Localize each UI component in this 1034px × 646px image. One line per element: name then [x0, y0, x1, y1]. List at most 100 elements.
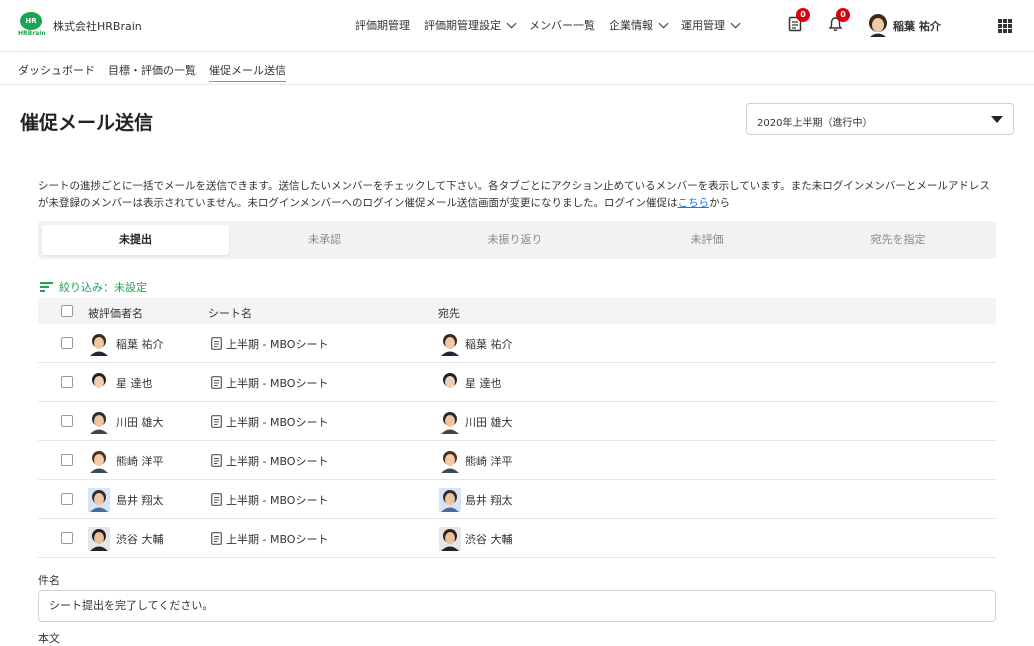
description-text: シートの進捗ごとに一括でメールを送信できます。送信したいメンバーをチェックして下…	[38, 178, 998, 212]
tab-not-approved[interactable]: 未承認	[231, 225, 418, 255]
person-avatar	[439, 331, 461, 356]
evaluatee-cell: 星 達也	[88, 363, 153, 402]
table-row: 川田 雄大 上半期 - MBOシート 川田 雄大	[38, 402, 996, 441]
sheet-cell[interactable]: 上半期 - MBOシート	[211, 480, 328, 519]
table-row: 星 達也 上半期 - MBOシート 星 達也	[38, 363, 996, 402]
column-header-sheet: シート名	[208, 307, 252, 320]
app-grid-icon[interactable]	[998, 19, 1012, 33]
breadcrumb-goals-list[interactable]: 目標・評価の一覧	[108, 62, 196, 82]
tab-not-evaluated[interactable]: 未評価	[612, 225, 802, 255]
nav-evaluation-periods[interactable]: 評価期管理	[355, 17, 410, 33]
recipient-cell: 熊崎 洋平	[439, 441, 513, 480]
tab-specify-recipient[interactable]: 宛先を指定	[804, 225, 992, 255]
member-table: 被評価者名 シート名 宛先 稲葉 祐介 上半期 - MBOシート 稲葉 祐介星 達也…	[38, 298, 996, 558]
breadcrumb: ダッシュボード 目標・評価の一覧 催促メール送信	[18, 62, 286, 82]
row-checkbox[interactable]	[61, 493, 73, 505]
row-checkbox[interactable]	[61, 532, 73, 544]
evaluatee-cell: 島井 翔太	[88, 480, 164, 519]
nav-label: 評価期管理設定	[424, 19, 501, 32]
nav-member-list[interactable]: メンバー一覧	[529, 17, 595, 33]
bell-notification-button[interactable]: 0	[828, 8, 850, 34]
sheet-cell[interactable]: 上半期 - MBOシート	[211, 519, 328, 558]
page-title: 催促メール送信	[20, 112, 154, 134]
document-icon	[211, 493, 222, 506]
recipient-name: 熊崎 洋平	[465, 454, 513, 468]
breadcrumb-divider	[0, 84, 1034, 85]
recipient-cell: 渋谷 大輔	[439, 519, 513, 558]
description-body: シートの進捗ごとに一括でメールを送信できます。送信したいメンバーをチェックして下…	[38, 180, 990, 209]
description-suffix: から	[709, 197, 731, 209]
period-select-value: 2020年上半期（進行中）	[757, 118, 873, 129]
document-icon	[211, 337, 222, 350]
row-checkbox[interactable]	[61, 337, 73, 349]
evaluatee-cell: 稲葉 祐介	[88, 324, 164, 363]
filter-icon	[40, 282, 53, 292]
evaluatee-cell: 川田 雄大	[88, 402, 164, 441]
top-header: HR HRBrain 株式会社HRBrain 評価期管理 評価期管理設定 メンバ…	[0, 0, 1034, 52]
nav-label: メンバー一覧	[529, 19, 595, 32]
hrbrain-logo[interactable]: HR HRBrain	[18, 12, 46, 40]
nav-operations[interactable]: 運用管理	[681, 17, 741, 33]
person-avatar	[88, 448, 110, 473]
table-row: 熊崎 洋平 上半期 - MBOシート 熊崎 洋平	[38, 441, 996, 480]
person-avatar	[88, 487, 110, 512]
evaluatee-cell: 熊崎 洋平	[88, 441, 164, 480]
sheet-name: 上半期 - MBOシート	[226, 415, 329, 429]
sheet-cell[interactable]: 上半期 - MBOシート	[211, 402, 328, 441]
person-avatar	[439, 409, 461, 434]
filter-toggle[interactable]: 絞り込み：未設定	[40, 279, 147, 295]
document-icon	[211, 454, 222, 467]
evaluatee-name: 稲葉 祐介	[116, 337, 164, 351]
table-body: 稲葉 祐介 上半期 - MBOシート 稲葉 祐介星 達也 上半期 - MBOシート星 …	[38, 324, 996, 558]
status-tabs: 未提出 未承認 未振り返り 未評価 宛先を指定	[38, 221, 996, 259]
select-all-checkbox[interactable]	[61, 305, 73, 317]
tab-not-reflected[interactable]: 未振り返り	[420, 225, 610, 255]
chevron-down-icon	[658, 18, 669, 28]
notification-count-badge: 0	[836, 8, 850, 22]
notification-count-badge: 0	[796, 8, 810, 22]
breadcrumb-reminder-mail[interactable]: 催促メール送信	[209, 62, 286, 82]
evaluatee-name: 熊崎 洋平	[116, 454, 164, 468]
column-header-recipient: 宛先	[438, 307, 460, 320]
document-icon	[211, 415, 222, 428]
document-notification-button[interactable]: 0	[788, 8, 810, 34]
row-checkbox[interactable]	[61, 454, 73, 466]
user-avatar[interactable]	[868, 13, 888, 37]
sheet-name: 上半期 - MBOシート	[226, 454, 329, 468]
logo-mark: HR	[20, 12, 42, 30]
recipient-name: 渋谷 大輔	[465, 532, 513, 546]
sheet-name: 上半期 - MBOシート	[226, 376, 329, 390]
row-checkbox[interactable]	[61, 376, 73, 388]
table-header: 被評価者名 シート名 宛先	[38, 298, 996, 324]
nav-evaluation-settings[interactable]: 評価期管理設定	[424, 17, 517, 33]
sheet-cell[interactable]: 上半期 - MBOシート	[211, 363, 328, 402]
person-avatar	[439, 370, 461, 395]
row-checkbox[interactable]	[61, 415, 73, 427]
sheet-cell[interactable]: 上半期 - MBOシート	[211, 324, 328, 363]
filter-label: 絞り込み：未設定	[59, 281, 147, 294]
breadcrumb-dashboard[interactable]: ダッシュボード	[18, 62, 95, 82]
subject-input[interactable]: シート提出を完了してください。	[38, 590, 996, 622]
evaluatee-cell: 渋谷 大輔	[88, 519, 164, 558]
user-name[interactable]: 稲葉 祐介	[893, 18, 941, 34]
recipient-name: 稲葉 祐介	[465, 337, 513, 351]
recipient-cell: 星 達也	[439, 363, 502, 402]
person-avatar	[439, 487, 461, 512]
login-reminder-link[interactable]: こちら	[678, 197, 710, 209]
recipient-name: 川田 雄大	[465, 415, 513, 429]
chevron-down-icon	[730, 18, 741, 28]
recipient-cell: 川田 雄大	[439, 402, 513, 441]
company-name: 株式会社HRBrain	[53, 20, 142, 33]
sheet-cell[interactable]: 上半期 - MBOシート	[211, 441, 328, 480]
tab-not-submitted[interactable]: 未提出	[42, 225, 229, 255]
sheet-name: 上半期 - MBOシート	[226, 532, 329, 546]
evaluatee-name: 渋谷 大輔	[116, 532, 164, 546]
person-avatar	[88, 526, 110, 551]
main-nav: 評価期管理 評価期管理設定 メンバー一覧 企業情報 運用管理	[355, 17, 741, 33]
period-select[interactable]: 2020年上半期（進行中）	[746, 103, 1014, 135]
person-avatar	[88, 409, 110, 434]
person-avatar	[439, 448, 461, 473]
subject-label: 件名	[38, 574, 60, 587]
recipient-name: 星 達也	[465, 376, 502, 390]
nav-company-info[interactable]: 企業情報	[609, 17, 669, 33]
